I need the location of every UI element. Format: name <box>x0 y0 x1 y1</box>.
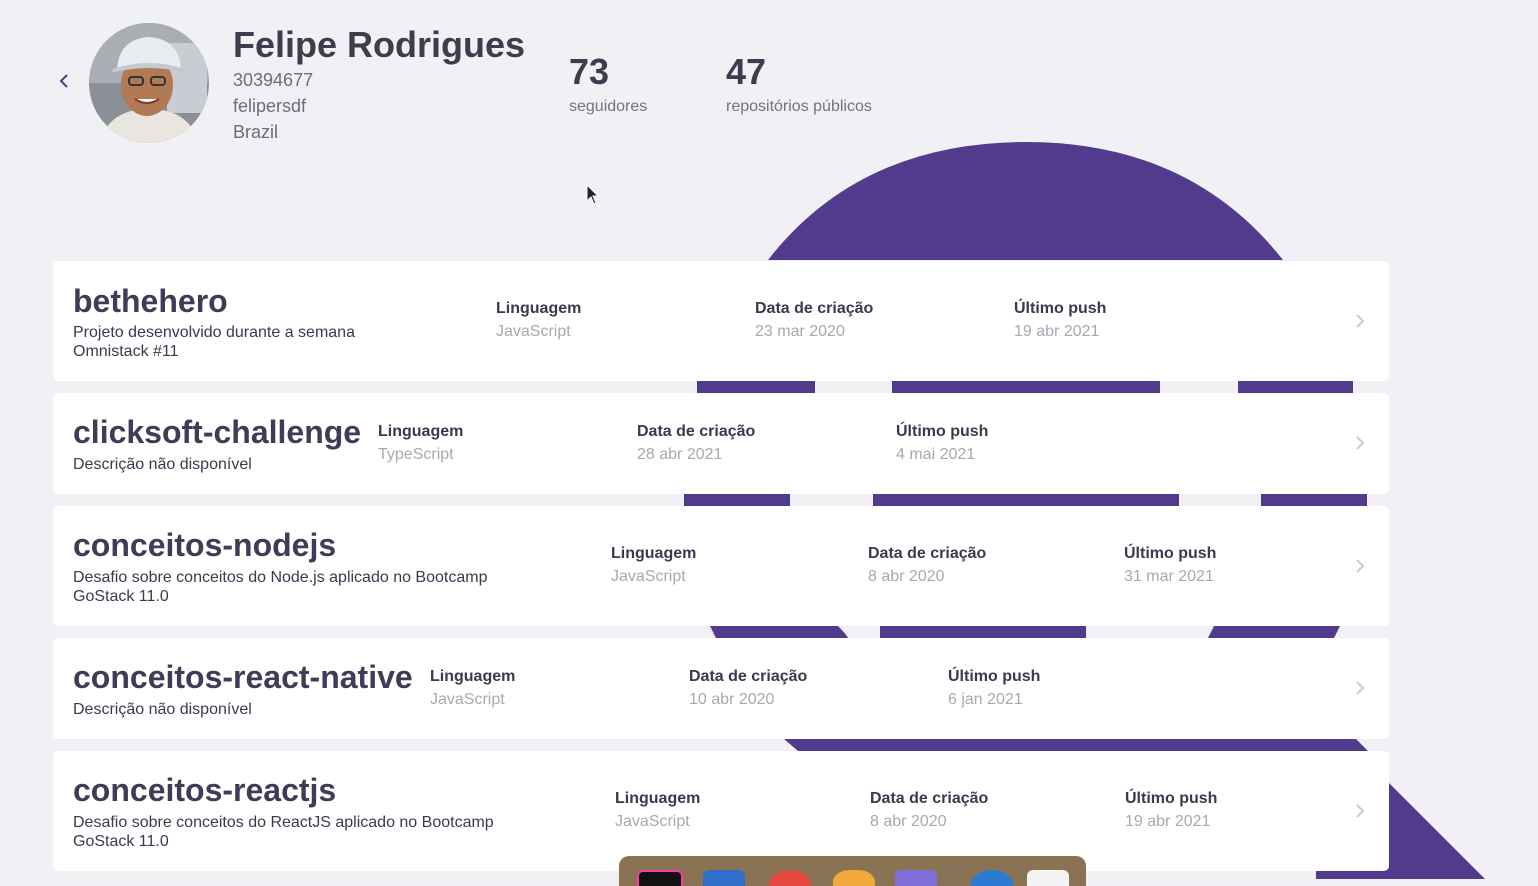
language-value: JavaScript <box>615 813 690 830</box>
repo-description: Projeto desenvolvido durante a semana Om… <box>73 324 355 360</box>
language-label: Linguagem <box>611 545 697 562</box>
created-label: Data de criação <box>868 545 987 562</box>
editor-app-icon[interactable] <box>971 870 1013 886</box>
repo-card-clicksoft-challenge[interactable]: clicksoft-challenge Descrição não dispon… <box>53 393 1389 494</box>
profile-header: Felipe Rodrigues 30394677 felipersdf Bra… <box>0 0 1538 170</box>
repo-pushed: Último push 4 mai 2021 <box>896 423 988 464</box>
language-label: Linguagem <box>430 668 516 685</box>
repos-stat: 47 repositórios públicos <box>726 52 872 116</box>
language-value: JavaScript <box>496 323 571 340</box>
repo-title: conceitos-nodejs <box>73 527 337 563</box>
os-dock <box>619 856 1086 886</box>
repo-description: Desafio sobre conceitos do Node.js aplic… <box>73 569 488 605</box>
user-id: 30394677 <box>233 70 314 90</box>
repo-language: Linguagem JavaScript <box>615 790 700 831</box>
created-value: 28 abr 2021 <box>637 446 723 463</box>
chevron-right-icon <box>1356 559 1365 573</box>
folder-app-icon[interactable] <box>703 870 745 886</box>
repo-title: bethehero <box>73 283 228 319</box>
pushed-value: 4 mai 2021 <box>896 446 976 463</box>
pushed-label: Último push <box>1125 790 1218 807</box>
repo-card-conceitos-nodejs[interactable]: conceitos-nodejs Desafio sobre conceitos… <box>53 506 1389 626</box>
repo-language: Linguagem JavaScript <box>496 300 581 341</box>
created-label: Data de criação <box>870 790 989 807</box>
language-label: Linguagem <box>496 300 582 317</box>
pushed-label: Último push <box>1124 545 1217 562</box>
repo-created: Data de criação 28 abr 2021 <box>637 423 755 464</box>
pushed-value: 6 jan 2021 <box>948 691 1023 708</box>
app-icon[interactable] <box>1027 870 1069 886</box>
repo-language: Linguagem JavaScript <box>430 668 515 709</box>
created-label: Data de criação <box>755 300 874 317</box>
repo-title: clicksoft-challenge <box>73 414 362 450</box>
app-icon[interactable] <box>895 870 937 886</box>
chevron-right-icon <box>1356 314 1365 328</box>
created-label: Data de criação <box>689 668 808 685</box>
repo-title: conceitos-reactjs <box>73 772 337 808</box>
created-value: 8 abr 2020 <box>868 568 945 585</box>
pushed-label: Último push <box>896 423 989 440</box>
avatar <box>89 23 209 143</box>
created-value: 23 mar 2020 <box>755 323 845 340</box>
repo-card-bethehero[interactable]: bethehero Projeto desenvolvido durante a… <box>53 261 1389 381</box>
repo-pushed: Último push 31 mar 2021 <box>1124 545 1216 586</box>
user-login: felipersdf <box>233 96 307 116</box>
pushed-value: 19 abr 2021 <box>1125 813 1211 830</box>
followers-label: seguidores <box>569 98 648 115</box>
repo-pushed: Último push 6 jan 2021 <box>948 668 1040 709</box>
repo-title: conceitos-react-native <box>73 659 413 695</box>
pushed-value: 31 mar 2021 <box>1124 568 1214 585</box>
repo-language: Linguagem TypeScript <box>378 423 463 464</box>
repo-description: Descrição não disponível <box>73 701 252 718</box>
language-label: Linguagem <box>615 790 701 807</box>
repos-label: repositórios públicos <box>726 98 872 115</box>
repo-language: Linguagem JavaScript <box>611 545 696 586</box>
terminal-app-icon[interactable] <box>637 870 683 886</box>
browser-app-icon[interactable] <box>769 870 811 886</box>
language-value: JavaScript <box>430 691 505 708</box>
repo-card-conceitos-reactjs[interactable]: conceitos-reactjs Desafio sobre conceito… <box>53 751 1389 871</box>
repo-description: Descrição não disponível <box>73 456 252 473</box>
pushed-label: Último push <box>1014 300 1107 317</box>
language-value: TypeScript <box>378 446 454 463</box>
pushed-value: 19 abr 2021 <box>1014 323 1100 340</box>
repo-created: Data de criação 10 abr 2020 <box>689 668 807 709</box>
repo-created: Data de criação 8 abr 2020 <box>870 790 988 831</box>
chevron-left-icon <box>59 74 68 88</box>
repo-pushed: Último push 19 abr 2021 <box>1014 300 1106 341</box>
app-icon[interactable] <box>833 870 875 886</box>
user-name: Felipe Rodrigues <box>233 24 526 65</box>
chevron-right-icon <box>1356 681 1365 695</box>
repo-pushed: Último push 19 abr 2021 <box>1125 790 1217 831</box>
chevron-right-icon <box>1356 436 1365 450</box>
repo-card-conceitos-react-native[interactable]: conceitos-react-native Descrição não dis… <box>53 638 1389 739</box>
created-label: Data de criação <box>637 423 756 440</box>
followers-count: 73 <box>569 51 610 92</box>
repo-created: Data de criação 8 abr 2020 <box>868 545 986 586</box>
mouse-pointer-icon <box>586 184 600 205</box>
repo-description: Desafio sobre conceitos do ReactJS aplic… <box>73 814 494 850</box>
followers-stat: 73 seguidores <box>569 52 647 116</box>
user-location: Brazil <box>233 122 279 142</box>
back-button[interactable] <box>54 70 74 92</box>
language-value: JavaScript <box>611 568 686 585</box>
created-value: 8 abr 2020 <box>870 813 947 830</box>
repos-count: 47 <box>726 51 767 92</box>
repo-created: Data de criação 23 mar 2020 <box>755 300 873 341</box>
created-value: 10 abr 2020 <box>689 691 775 708</box>
language-label: Linguagem <box>378 423 464 440</box>
chevron-right-icon <box>1356 804 1365 818</box>
pushed-label: Último push <box>948 668 1041 685</box>
